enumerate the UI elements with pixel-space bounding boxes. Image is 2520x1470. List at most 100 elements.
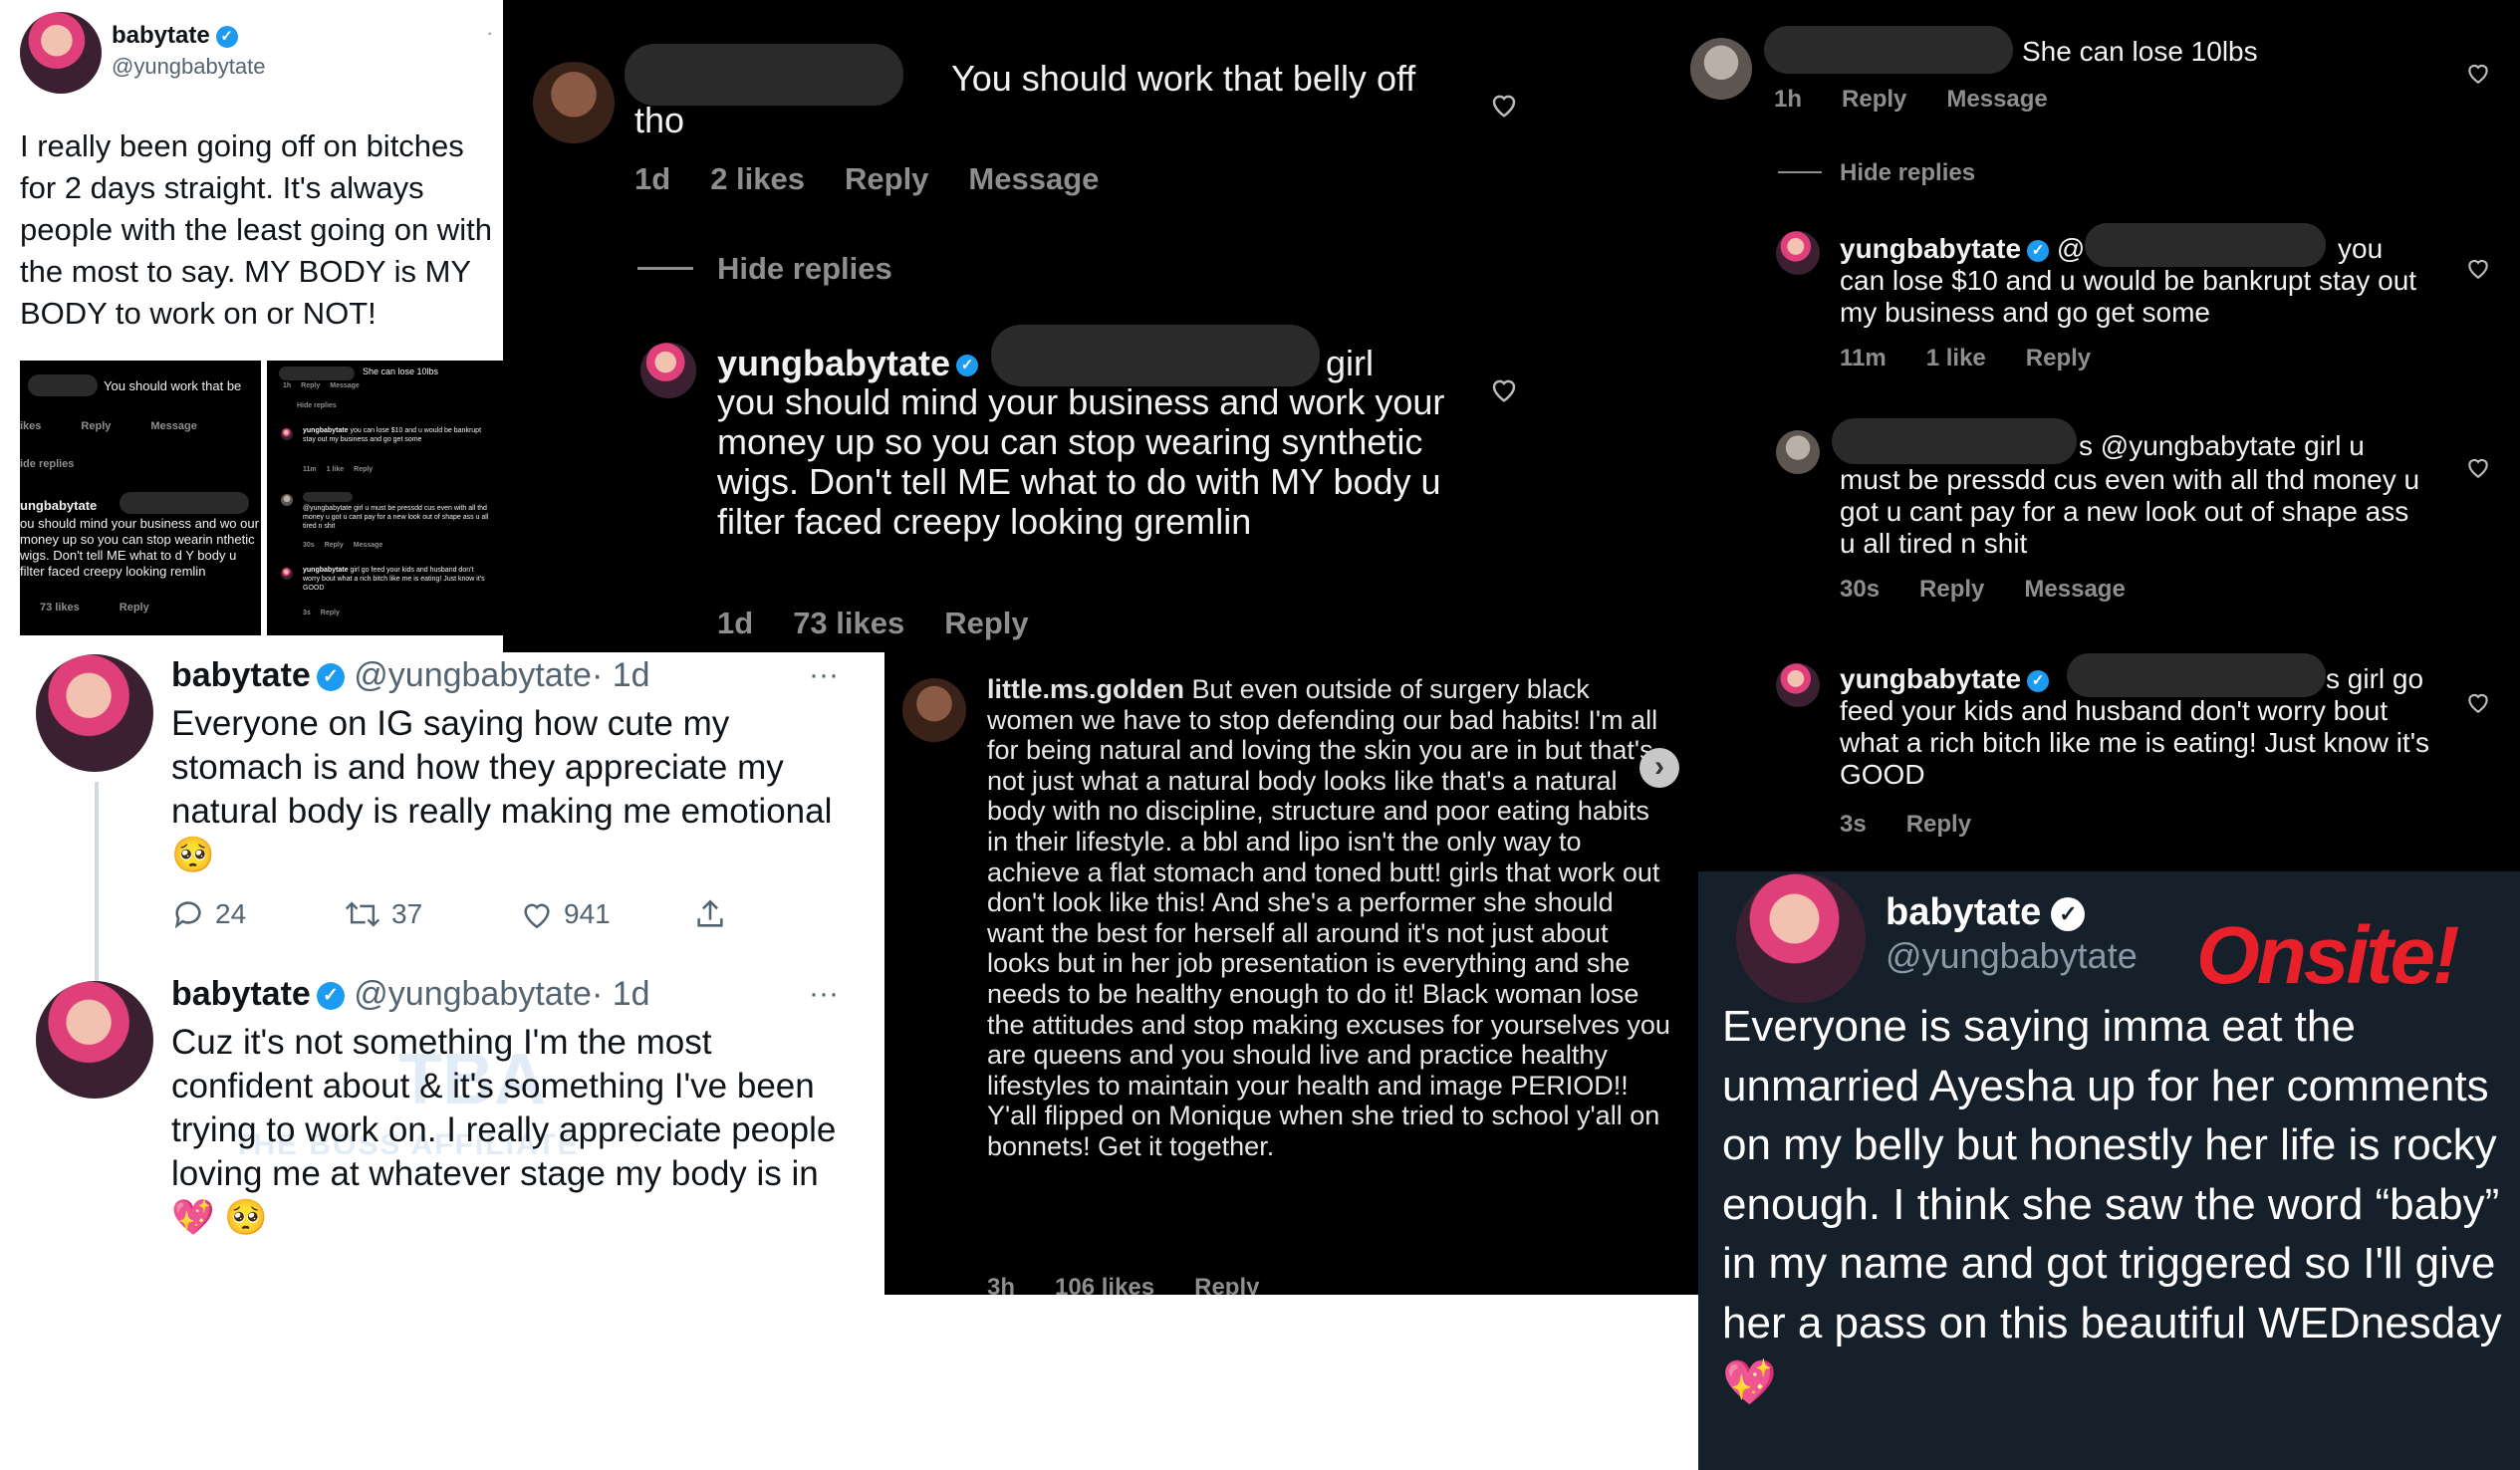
time: 3s	[1840, 811, 1867, 838]
avatar[interactable]	[20, 12, 102, 94]
reply-link[interactable]: Reply	[1194, 1274, 1259, 1295]
timestamp[interactable]: · 1d	[592, 656, 650, 694]
avatar[interactable]	[1776, 663, 1820, 707]
avatar[interactable]	[1690, 38, 1752, 100]
verified-badge-icon: ✓	[2051, 896, 2086, 931]
divider	[1778, 171, 1822, 173]
avatar[interactable]	[36, 981, 153, 1099]
hide-replies[interactable]: ide replies	[20, 458, 74, 470]
likes-count[interactable]: 2 likes	[710, 161, 805, 196]
reply-link[interactable]: Reply	[1906, 811, 1971, 838]
avatar[interactable]	[36, 654, 153, 772]
avatar[interactable]	[640, 343, 696, 398]
hide-replies[interactable]: Hide replies	[297, 402, 337, 409]
message-link[interactable]: Message	[330, 382, 360, 389]
reply-user[interactable]: yungbabytate	[303, 427, 349, 434]
timestamp[interactable]: · 1d	[592, 975, 650, 1013]
reply-user[interactable]: yungbabytate ✓	[717, 343, 979, 384]
message-link[interactable]: Message	[354, 542, 383, 549]
reply-action[interactable]: 24	[171, 897, 246, 931]
reply-word: girl	[1326, 343, 1375, 383]
divider	[637, 267, 693, 270]
likes-count[interactable]: 73 likes	[793, 606, 904, 640]
redacted-username	[2067, 653, 2326, 697]
reply-link[interactable]: Reply	[845, 161, 928, 196]
reply-meta: 30s Reply Message	[1840, 576, 2165, 604]
handle[interactable]: @yungbabytate	[354, 975, 592, 1013]
time: 11m	[1840, 345, 1887, 371]
message-link[interactable]: Message	[968, 161, 1099, 196]
hide-replies[interactable]: Hide replies	[1840, 159, 1975, 187]
reply-text: feed your kids and husband don't worry b…	[1840, 695, 2430, 790]
thumbnail-comment-2: She can lose 10lbs 1h Reply Message Hide r…	[267, 361, 503, 635]
hide-replies[interactable]: Hide replies	[717, 251, 892, 287]
retweet-action[interactable]: 37	[344, 897, 422, 931]
time: 30s	[1840, 576, 1881, 603]
reply-link[interactable]: Reply	[354, 466, 373, 473]
onsite-logo: Onsite!	[2196, 910, 2459, 1001]
reply-link[interactable]: Reply	[325, 542, 344, 549]
more-options-icon[interactable]: ···	[809, 658, 839, 692]
avatar[interactable]	[533, 62, 615, 143]
time: 30s	[303, 542, 315, 549]
redacted-username	[1764, 26, 2013, 74]
avatar[interactable]	[1776, 430, 1820, 474]
time: 1d	[717, 606, 754, 640]
message-link[interactable]: Message	[1946, 86, 2047, 113]
thumbnail-comment-1: You should work that be ikes Reply Message…	[20, 361, 261, 635]
next-arrow-icon[interactable]: ›	[1639, 748, 1679, 788]
reply-link[interactable]: Reply	[944, 606, 1028, 640]
avatar[interactable]	[1736, 873, 1866, 1003]
reply-text: must be pressdd cus even with all thd mo…	[1840, 464, 2420, 559]
handle[interactable]: @yungbabytate	[112, 54, 265, 80]
display-name[interactable]: babytate	[171, 975, 311, 1013]
likes-count[interactable]: 1 like	[1926, 345, 1986, 371]
heart-icon[interactable]	[2465, 689, 2491, 715]
comment-meta: 1h Reply Message	[283, 382, 399, 389]
reply-link[interactable]: Reply	[81, 420, 111, 432]
reply-user[interactable]: yungbabytate ✓ @	[1840, 233, 2085, 265]
display-name[interactable]: babytate	[171, 656, 311, 694]
heart-icon	[524, 903, 550, 929]
reply-user[interactable]: yungbabytate	[303, 567, 349, 574]
display-name[interactable]: babytate	[1886, 891, 2041, 933]
message-link[interactable]: Message	[2024, 576, 2125, 603]
more-options-icon[interactable]: ···	[809, 977, 839, 1011]
likes-count[interactable]: 106 likes	[1055, 1274, 1154, 1295]
redacted-username	[625, 44, 903, 106]
tweet-dark-mode: babytate ✓ @yungbabytate Onsite! Everyone…	[1698, 871, 2520, 1470]
reply-username[interactable]: yungbabytate	[717, 343, 950, 383]
reply-user[interactable]: yungbabytate ✓	[1840, 663, 2050, 695]
heart-icon[interactable]	[1489, 90, 1519, 120]
reply-link[interactable]: Reply	[1919, 576, 1984, 603]
reply-suffix: you	[2338, 233, 2384, 264]
reply-link[interactable]: Reply	[2026, 345, 2091, 371]
tweet-thread: TBA THE BOSS AFFILIATE babytate ✓ @yungba…	[0, 652, 884, 1470]
share-action[interactable]	[693, 897, 737, 931]
reply-link[interactable]: Reply	[321, 610, 340, 616]
likes-count: 1 like	[326, 466, 345, 473]
reply-link[interactable]: Reply	[120, 602, 149, 613]
avatar	[281, 568, 293, 580]
redacted-username	[303, 492, 353, 502]
heart-icon[interactable]	[1489, 374, 1519, 404]
heart-icon[interactable]	[2465, 454, 2491, 480]
heart-icon[interactable]	[2465, 255, 2491, 281]
handle[interactable]: @yungbabytate	[354, 656, 592, 694]
comment-text: But even outside of surgery black women …	[987, 674, 1670, 1161]
reply-link[interactable]: Reply	[1842, 86, 1906, 113]
heart-icon[interactable]	[2465, 60, 2491, 86]
comment-user[interactable]: little.ms.golden	[987, 674, 1184, 704]
reply-username[interactable]: yungbabytate	[1840, 663, 2021, 694]
reply-username[interactable]: yungbabytate	[1840, 233, 2021, 264]
more-options-icon[interactable]: ·	[486, 20, 493, 46]
avatar[interactable]	[902, 678, 966, 742]
reply-link[interactable]: Reply	[301, 382, 320, 389]
handle[interactable]: @yungbabytate	[1886, 935, 2138, 977]
avatar[interactable]	[1776, 231, 1820, 275]
message-link[interactable]: Message	[150, 420, 196, 432]
display-name[interactable]: babytate	[112, 22, 210, 49]
like-action[interactable]: 941	[520, 897, 611, 931]
avatar	[281, 494, 293, 506]
reply-user[interactable]: ungbabytate	[20, 498, 97, 513]
